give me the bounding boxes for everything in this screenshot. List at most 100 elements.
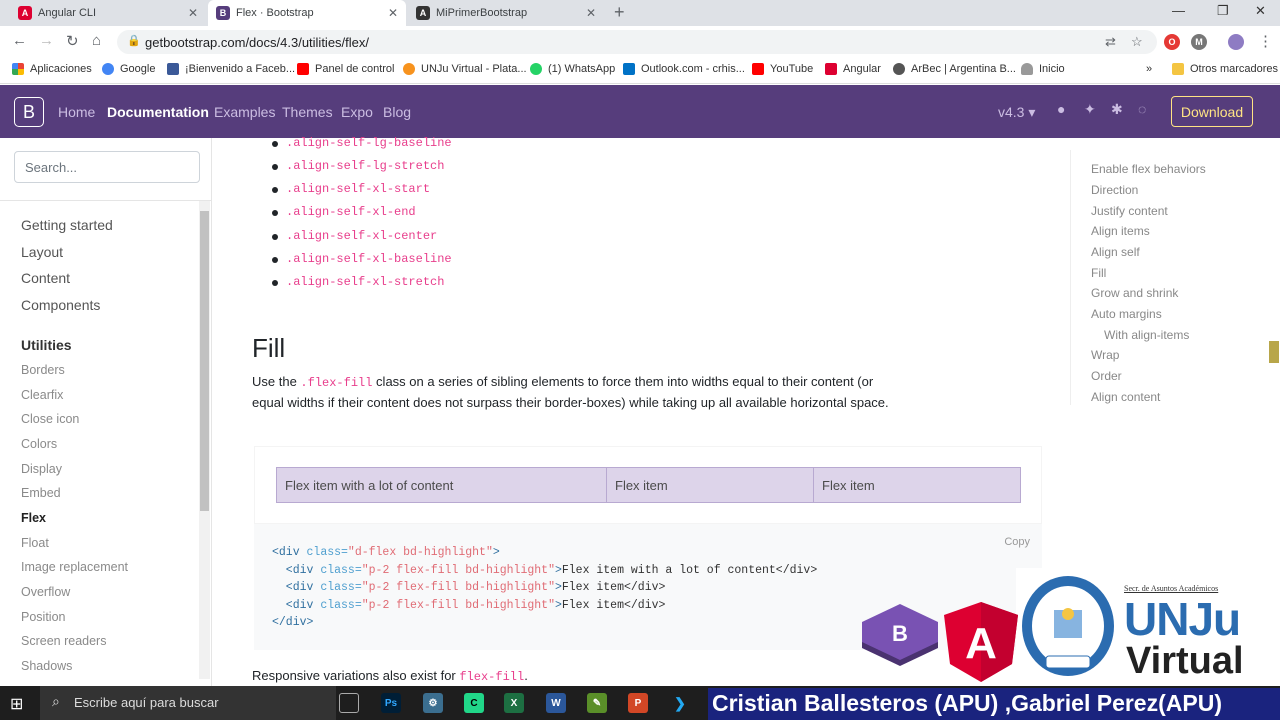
notepad-icon[interactable]: ✎ [587, 693, 607, 713]
sidebar-section-utilities[interactable]: Utilities [21, 337, 72, 353]
sidebar-item-shadows[interactable]: Shadows [21, 659, 72, 673]
sidebar-item-clearfix[interactable]: Clearfix [21, 388, 63, 402]
photoshop-icon[interactable]: Ps [381, 693, 401, 713]
translate-icon[interactable]: ⇄ [1105, 34, 1116, 50]
bookmark-panel[interactable]: Panel de control [297, 63, 395, 75]
sidebar-section-getting-started[interactable]: Getting started [21, 217, 113, 233]
sidebar-section-components[interactable]: Components [21, 297, 100, 313]
excel-icon[interactable]: X [504, 693, 524, 713]
opencollective-icon[interactable]: ◌ [1138, 101, 1146, 117]
address-bar[interactable]: 🔒 getbootstrap.com/docs/4.3/utilities/fl… [117, 30, 1157, 54]
sidebar-item-display[interactable]: Display [21, 462, 62, 476]
maximize-button[interactable]: ❐ [1217, 3, 1229, 19]
code-line: </div> [272, 616, 314, 629]
nav-expo[interactable]: Expo [341, 104, 373, 120]
toc-item[interactable]: Wrap [1091, 348, 1119, 362]
slack-icon[interactable]: ✱ [1111, 101, 1123, 118]
sidebar-item-borders[interactable]: Borders [21, 363, 65, 377]
toc-item[interactable]: Order [1091, 369, 1122, 383]
sidebar-item-close-icon[interactable]: Close icon [21, 412, 79, 426]
bookmark-facebook[interactable]: ¡Bienvenido a Faceb... [167, 63, 295, 75]
scrollbar-thumb[interactable] [200, 211, 209, 511]
toc-item[interactable]: Grow and shrink [1091, 286, 1178, 300]
bullet [272, 141, 278, 147]
sidebar-section-content[interactable]: Content [21, 270, 70, 286]
bookmark-unju[interactable]: UNJu Virtual - Plata... [403, 63, 527, 75]
sidebar-scrollbar[interactable] [199, 201, 210, 679]
taskbar-search[interactable]: ⌕ Escribe aquí para buscar [40, 686, 336, 720]
bookmark-google[interactable]: Google [102, 63, 155, 75]
back-icon[interactable]: ← [12, 32, 27, 49]
nav-documentation[interactable]: Documentation [107, 104, 209, 120]
bootstrap-logo[interactable]: B [14, 97, 44, 127]
reload-icon[interactable]: ↻ [66, 32, 79, 50]
other-bookmarks-folder[interactable]: Otros marcadores [1172, 63, 1278, 75]
search-input[interactable]: Search... [14, 151, 200, 183]
tab-miprimerbootstrap[interactable]: A MiPrimerBootstrap ✕ [408, 0, 604, 26]
extension-icon[interactable]: M [1191, 34, 1207, 50]
word-icon[interactable]: W [546, 693, 566, 713]
more-bookmarks-button[interactable]: » [1146, 63, 1152, 75]
bookmark-apps[interactable]: Aplicaciones [12, 63, 92, 75]
bookmark-arbec[interactable]: ArBec | Argentina B... [893, 63, 1016, 75]
camtasia-icon[interactable]: C [464, 693, 484, 713]
toc-item[interactable]: Align self [1091, 245, 1140, 259]
minimize-button[interactable]: — [1172, 3, 1185, 18]
close-window-button[interactable]: ✕ [1255, 3, 1266, 19]
toc-item[interactable]: Direction [1091, 183, 1138, 197]
twitter-icon[interactable]: ✦ [1084, 101, 1096, 118]
app-icon[interactable]: ⚙ [423, 693, 443, 713]
close-icon[interactable]: ✕ [586, 6, 596, 20]
sidebar-item-image-replacement[interactable]: Image replacement [21, 560, 128, 574]
sidebar-item-screen-readers[interactable]: Screen readers [21, 634, 106, 648]
bookmark-youtube[interactable]: YouTube [752, 63, 813, 75]
whatsapp-icon [530, 63, 542, 75]
toc-item[interactable]: Enable flex behaviors [1091, 162, 1206, 176]
toc-item[interactable]: Align items [1091, 224, 1150, 238]
toc-item[interactable]: Align content [1091, 390, 1160, 404]
sidebar-item-overflow[interactable]: Overflow [21, 585, 70, 599]
windows-start-icon[interactable]: ⊞ [10, 694, 23, 714]
bookmark-star-icon[interactable]: ☆ [1131, 34, 1143, 50]
sidebar-item-float[interactable]: Float [21, 536, 49, 550]
home-icon[interactable]: ⌂ [92, 32, 101, 49]
download-button[interactable]: Download [1171, 96, 1253, 127]
code-line: <div class="p-2 flex-fill bd-highlight">… [272, 581, 666, 594]
toc-item[interactable]: Auto margins [1091, 307, 1162, 321]
nav-home[interactable]: Home [58, 104, 95, 120]
bookmark-inicio[interactable]: Inicio [1021, 63, 1065, 75]
github-icon[interactable]: ● [1057, 101, 1065, 117]
version-dropdown[interactable]: v4.3 ▾ [998, 104, 1035, 121]
cloud-icon [1021, 63, 1033, 75]
sidebar-section-layout[interactable]: Layout [21, 244, 63, 260]
task-view-icon[interactable] [339, 693, 359, 713]
close-icon[interactable]: ✕ [388, 6, 398, 20]
svg-text:B: B [892, 621, 908, 646]
tab-flex-bootstrap[interactable]: B Flex · Bootstrap ✕ [208, 0, 406, 26]
toc-item[interactable]: With align-items [1104, 328, 1189, 342]
powerpoint-icon[interactable]: P [628, 693, 648, 713]
tab-angular-cli[interactable]: A Angular CLI ✕ [10, 0, 206, 26]
new-tab-button[interactable]: + [614, 2, 625, 23]
menu-icon[interactable]: ⋮ [1258, 32, 1273, 50]
toc-item[interactable]: Fill [1091, 266, 1106, 280]
bookmark-angular[interactable]: Angular [825, 63, 881, 75]
close-icon[interactable]: ✕ [188, 6, 198, 20]
copy-button[interactable]: Copy [1004, 536, 1030, 548]
bookmark-outlook[interactable]: Outlook.com - crhis... [623, 63, 745, 75]
avatar[interactable] [1228, 34, 1244, 50]
forward-icon[interactable]: → [39, 32, 54, 49]
bookmark-whatsapp[interactable]: (1) WhatsApp [530, 63, 615, 75]
sidebar-item-position[interactable]: Position [21, 610, 65, 624]
nav-examples[interactable]: Examples [214, 104, 275, 120]
opera-icon[interactable]: O [1164, 34, 1180, 50]
sidebar-item-embed[interactable]: Embed [21, 486, 61, 500]
nav-blog[interactable]: Blog [383, 104, 411, 120]
flex-item: Flex item [813, 467, 1021, 503]
toc-item[interactable]: Justify content [1091, 204, 1168, 218]
nav-themes[interactable]: Themes [282, 104, 333, 120]
vscode-icon[interactable]: ❯ [670, 693, 690, 713]
sidebar-item-flex[interactable]: Flex [21, 511, 46, 525]
scrollbar-thumb[interactable] [1269, 341, 1279, 363]
sidebar-item-colors[interactable]: Colors [21, 437, 57, 451]
